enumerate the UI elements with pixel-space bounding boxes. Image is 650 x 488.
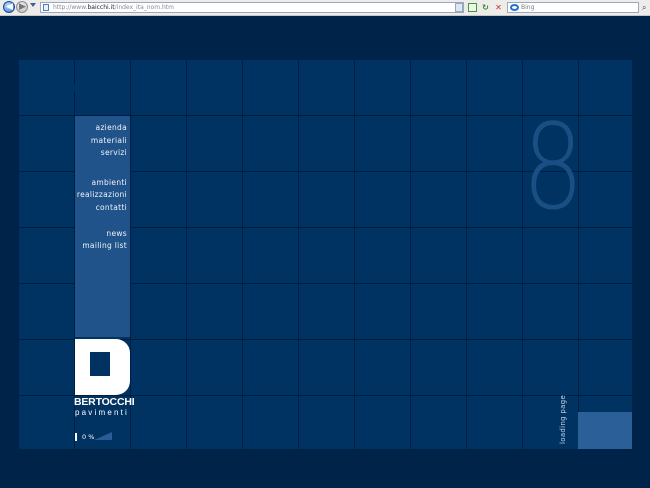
logo-notch — [74, 85, 78, 91]
bing-icon — [510, 4, 519, 11]
loading-box — [578, 412, 632, 449]
back-button[interactable]: ◀ — [3, 1, 15, 13]
loading-page-label: loading page — [559, 394, 567, 444]
back-arrow-icon: ◀ — [6, 2, 13, 12]
big-number: 8 — [522, 98, 584, 236]
url-domain: baicchi.it — [87, 4, 115, 11]
menu-item-realizzazioni[interactable]: realizzazioni — [75, 189, 127, 202]
logo-square — [90, 352, 110, 376]
menu-item-azienda[interactable]: azienda — [75, 122, 127, 135]
compatibility-view-icon[interactable] — [468, 3, 477, 12]
url-prefix: http://www. — [53, 4, 88, 11]
menu-spacer — [75, 215, 127, 228]
bertocchi-logo[interactable] — [75, 339, 130, 395]
stop-icon[interactable]: ✕ — [494, 3, 503, 12]
history-dropdown-icon[interactable] — [30, 3, 36, 7]
menu-item-contatti[interactable]: contatti — [75, 202, 127, 215]
menu-item-materiali[interactable]: materiali — [75, 135, 127, 148]
menu-item-mailing-list[interactable]: mailing list — [75, 240, 127, 253]
site-stage: 8 azienda materiali servizi ambienti rea… — [19, 60, 632, 449]
address-bar[interactable]: http://www.baicchi.it/index_ita_nom.htm — [40, 2, 464, 13]
forward-arrow-icon: ▶ — [19, 2, 26, 12]
search-placeholder: Bing — [521, 4, 535, 11]
url-text: http://www.baicchi.it/index_ita_nom.htm — [53, 2, 174, 13]
brand-subtitle: pavimenti — [75, 408, 130, 417]
forward-button[interactable]: ▶ — [16, 1, 28, 13]
url-path: /index_ita_nom.htm — [114, 4, 174, 11]
main-menu: azienda materiali servizi ambienti reali… — [75, 122, 127, 253]
search-input[interactable]: Bing — [507, 2, 639, 13]
page-icon — [43, 4, 49, 11]
brand-name: BERTOCCHI — [74, 396, 135, 408]
browser-toolbar: ◀ ▶ http://www.baicchi.it/index_ita_nom.… — [0, 0, 650, 16]
refresh-icon[interactable]: ↻ — [481, 3, 490, 12]
address-dropdown-button[interactable] — [455, 3, 463, 12]
loader-progress-bar — [75, 433, 77, 441]
menu-spacer — [75, 160, 127, 177]
menu-item-news[interactable]: news — [75, 228, 127, 241]
search-icon[interactable]: ⌕ — [642, 2, 646, 13]
loader-percent: 0 % — [82, 433, 95, 441]
menu-item-ambienti[interactable]: ambienti — [75, 177, 127, 190]
menu-item-servizi[interactable]: servizi — [75, 147, 127, 160]
